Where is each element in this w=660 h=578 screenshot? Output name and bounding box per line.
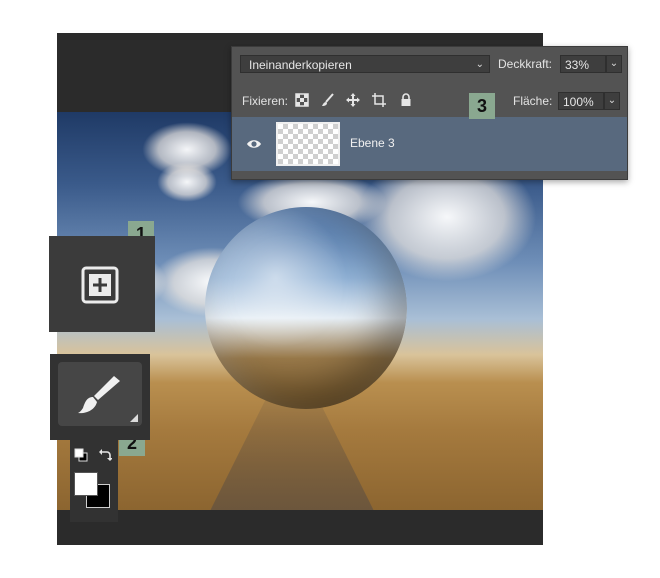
brush-lock-icon[interactable] <box>321 93 335 107</box>
blend-mode-value: Ineinanderkopieren <box>249 58 352 72</box>
glass-sphere <box>205 207 407 409</box>
default-colors-icon[interactable] <box>74 448 88 462</box>
eye-icon[interactable] <box>246 137 262 151</box>
blend-mode-select[interactable]: Ineinanderkopieren ⌄ <box>240 55 490 73</box>
brush-tool-button[interactable] <box>58 362 142 426</box>
badge-3: 3 <box>469 93 495 119</box>
chevron-down-icon: ⌄ <box>475 59 484 70</box>
checker-lock-icon[interactable] <box>295 93 309 107</box>
tool-tile-mask <box>49 236 155 332</box>
layer-row[interactable]: Ebene 3 <box>232 117 627 171</box>
layer-thumbnail[interactable] <box>276 122 340 166</box>
foreground-color-swatch[interactable] <box>74 472 98 496</box>
tool-tile-brush <box>50 354 150 440</box>
corner-triangle-icon <box>130 414 138 422</box>
swap-arrow-icon[interactable] <box>98 448 112 462</box>
opacity-label: Deckkraft: <box>498 57 553 71</box>
fill-dropdown[interactable]: ⌄ <box>604 92 620 110</box>
cloud <box>157 162 217 202</box>
fill-field[interactable]: 100% <box>558 92 604 110</box>
padlock-icon[interactable] <box>399 93 413 107</box>
color-tile <box>70 438 118 522</box>
artboard-lock-icon[interactable] <box>372 93 386 107</box>
fill-label: Fläche: <box>513 94 553 108</box>
opacity-field[interactable]: 33% <box>560 55 606 73</box>
layers-panel: Ineinanderkopieren ⌄ Deckkraft: 33% ⌄ Fi… <box>231 46 628 180</box>
layer-name[interactable]: Ebene 3 <box>350 136 395 150</box>
lock-label: Fixieren: <box>242 94 289 108</box>
plus-square-icon[interactable] <box>81 266 119 304</box>
brush-icon <box>78 376 120 414</box>
opacity-dropdown[interactable]: ⌄ <box>606 55 622 73</box>
move-lock-icon[interactable] <box>346 93 360 107</box>
